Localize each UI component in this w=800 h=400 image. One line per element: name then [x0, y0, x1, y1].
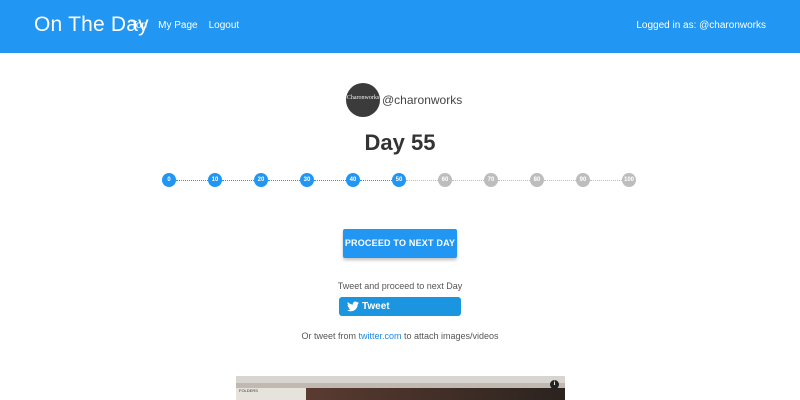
info-icon[interactable]: i [550, 380, 559, 389]
progress-segment [452, 180, 484, 181]
progress-milestone-80: 80 [530, 173, 544, 187]
progress-segment [544, 180, 576, 181]
progress-milestone-40: 40 [346, 173, 360, 187]
progress-milestone-100: 100 [622, 173, 636, 187]
progress-segment [314, 180, 346, 181]
progress-milestone-0: 0 [162, 173, 176, 187]
media-content-area [306, 388, 565, 400]
media-folder-panel: FOLDERS [236, 388, 306, 400]
progress-milestone-30: 30 [300, 173, 314, 187]
avatar: Charonworks [346, 83, 380, 117]
progress-segment [590, 180, 622, 181]
progress-segment [498, 180, 530, 181]
nav-link-top[interactable]: Top [131, 20, 147, 31]
day-progress-track: 0 10 20 30 40 50 60 70 80 90 100 [0, 172, 800, 188]
progress-segment [360, 180, 392, 181]
progress-segment [268, 180, 300, 181]
tweet-from-suffix: to attach images/videos [401, 331, 499, 341]
tweet-from-note: Or tweet from twitter.com to attach imag… [0, 331, 800, 341]
tweet-button-label: Tweet #100DaysOfCode [362, 301, 445, 331]
proceed-to-next-day-button[interactable]: PROCEED TO NEXT DAY [343, 229, 457, 258]
tweet-from-prefix: Or tweet from [301, 331, 359, 341]
day-title: Day 55 [364, 130, 436, 155]
nav-links: Top My Page Logout [131, 20, 250, 31]
username: @charonworks [382, 93, 463, 107]
nav-link-my-page[interactable]: My Page [158, 20, 197, 31]
progress-milestone-60: 60 [438, 173, 452, 187]
top-navbar: On The Day Top My Page Logout Logged in … [0, 0, 800, 53]
progress-segment [222, 180, 254, 181]
embedded-media-preview[interactable]: FOLDERS i [236, 376, 565, 400]
progress-milestone-90: 90 [576, 173, 590, 187]
progress-milestone-20: 20 [254, 173, 268, 187]
media-menu-bar [236, 376, 565, 383]
tweet-button[interactable]: Tweet #100DaysOfCode [339, 297, 461, 331]
tweet-caption: Tweet and proceed to next Day [337, 281, 463, 291]
progress-segment [406, 180, 438, 181]
profile-header: Charonworks @charonworks [0, 83, 800, 117]
progress-milestone-70: 70 [484, 173, 498, 187]
progress-milestone-10: 10 [208, 173, 222, 187]
progress-segment [176, 180, 208, 181]
twitter-bird-icon [347, 301, 359, 312]
avatar-text: Charonworks [346, 95, 380, 101]
nav-link-logout[interactable]: Logout [209, 20, 240, 31]
logged-in-status: Logged in as: @charonworks [636, 20, 766, 31]
progress-milestone-50: 50 [392, 173, 406, 187]
media-panel-label: FOLDERS [239, 388, 258, 393]
twitter-link[interactable]: twitter.com [358, 331, 401, 341]
